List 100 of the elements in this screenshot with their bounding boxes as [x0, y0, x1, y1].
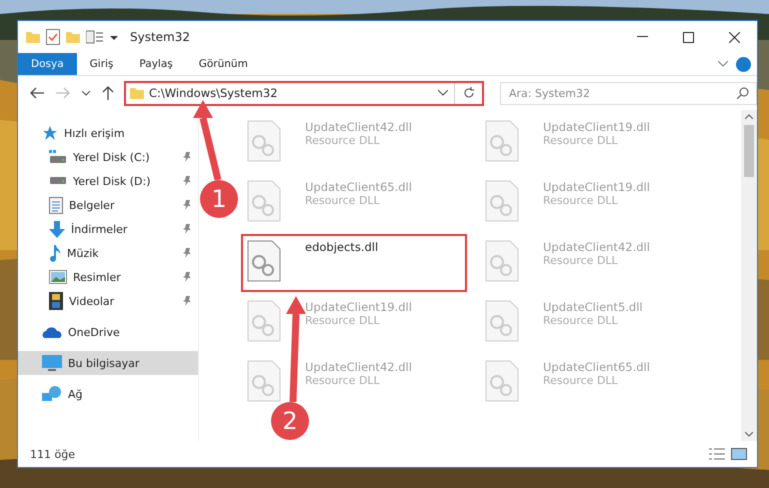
highlighted-file-item[interactable]: edobjects.dll [241, 234, 467, 292]
file-name: UpdateClient19.dll [543, 180, 650, 194]
document-icon [49, 196, 63, 214]
address-bar[interactable]: C:\Windows\System32 [124, 80, 484, 106]
window-title: System32 [130, 30, 190, 44]
sidebar-item[interactable]: Yerel Disk (D:) [18, 169, 198, 193]
maximize-icon [682, 32, 694, 42]
file-type: Resource DLL [305, 314, 381, 327]
file-name: UpdateClient65.dll [543, 360, 650, 374]
scrollbar[interactable] [741, 110, 757, 441]
dll-file-icon [485, 120, 519, 162]
sidebar-item[interactable]: Bu bilgisayar [18, 351, 198, 375]
film-icon [49, 292, 63, 310]
pin-icon [182, 248, 192, 258]
dll-file-icon [485, 180, 519, 222]
file-type: Resource DLL [305, 374, 381, 387]
sidebar-item-label: Hızlı erişim [64, 126, 126, 140]
sidebar-item[interactable]: Ağ [18, 382, 198, 406]
file-type: Resource DLL [305, 134, 381, 147]
sidebar-item-label: Ağ [68, 388, 84, 400]
dll-file-icon [247, 240, 281, 282]
scrollbar-thumb[interactable] [744, 125, 754, 177]
dll-file-icon [247, 120, 281, 162]
dll-file-icon [485, 360, 519, 402]
file-type: Resource DLL [543, 194, 619, 207]
ribbon-tab[interactable]: Paylaş [126, 53, 186, 75]
refresh-icon [462, 87, 474, 99]
properties-icon [86, 30, 104, 44]
pin-icon [182, 272, 192, 282]
address-path: C:\Windows\System32 [149, 86, 279, 100]
ribbon-tab[interactable]: Görünüm [186, 53, 261, 75]
dll-file-icon [247, 300, 281, 342]
folder-icon [26, 31, 40, 43]
file-name: UpdateClient19.dll [543, 120, 650, 134]
dll-file-icon [247, 360, 281, 402]
file-type: Resource DLL [543, 254, 619, 267]
search-icon [737, 87, 749, 99]
file-name: UpdateClient42.dll [305, 360, 412, 374]
forward-arrow-icon [56, 87, 70, 99]
chevron-down-icon [745, 432, 753, 437]
file-type: Resource DLL [543, 314, 619, 327]
sidebar-item-label: OneDrive [68, 326, 121, 338]
cloud-icon [42, 326, 62, 338]
chevron-down-icon [438, 90, 448, 96]
file-name: UpdateClient42.dll [305, 120, 412, 134]
sidebar-item[interactable]: OneDrive [18, 320, 198, 344]
sidebar-item-label: Resimler [73, 270, 122, 284]
file-type: Resource DLL [305, 194, 381, 207]
dll-file-icon [485, 300, 519, 342]
item-count: 111 öğe [30, 448, 75, 460]
sidebar-item-label: Belgeler [69, 198, 116, 212]
drive-icon [49, 150, 67, 164]
image-icon [49, 270, 67, 284]
pin-icon [182, 296, 192, 306]
help-icon[interactable] [736, 56, 751, 72]
file-type: Resource DLL [543, 374, 619, 387]
file-name: UpdateClient65.dll [305, 180, 412, 194]
dll-file-icon [485, 240, 519, 282]
up-arrow-icon [102, 86, 114, 100]
monitor-icon [42, 354, 62, 372]
network-globe-icon [42, 385, 62, 403]
chevron-up-icon [745, 114, 753, 119]
download-arrow-icon [49, 220, 65, 238]
sidebar-item[interactable]: Belgeler [18, 193, 198, 217]
search-field[interactable]: Ara: System32 [500, 82, 757, 104]
sidebar-item[interactable]: Yerel Disk (C:) [18, 145, 198, 169]
chevron-down-icon [82, 90, 90, 96]
sidebar-item[interactable]: Hızlı erişim [18, 121, 198, 145]
dll-file-icon [247, 180, 281, 222]
sidebar-item-label: Yerel Disk (C:) [73, 150, 151, 164]
folder-icon [130, 87, 144, 99]
file-type: Resource DLL [543, 134, 619, 147]
chevron-down-icon [718, 61, 728, 67]
music-note-icon [49, 244, 61, 262]
pin-icon [182, 152, 192, 162]
file-name: UpdateClient5.dll [543, 300, 643, 314]
file-name: UpdateClient19.dll [305, 300, 412, 314]
sidebar-item-label: Videolar [69, 294, 116, 308]
sidebar-item-label: Bu bilgisayar [68, 356, 140, 370]
drive-icon [49, 177, 67, 185]
large-icons-view-icon [731, 448, 747, 460]
checklist-icon [46, 29, 60, 45]
pin-icon [182, 200, 192, 210]
ribbon-tab[interactable]: Giriş [76, 53, 126, 75]
sidebar-item-label: Müzik [67, 246, 100, 260]
back-arrow-icon [30, 87, 44, 99]
sidebar-item[interactable]: Videolar [18, 289, 198, 313]
minimize-icon [636, 36, 648, 38]
sidebar-item[interactable]: Resimler [18, 265, 198, 289]
ribbon-tab[interactable]: Dosya [18, 53, 77, 75]
file-name: edobjects.dll [305, 240, 378, 254]
pin-icon [182, 224, 192, 234]
sidebar-item-label: Yerel Disk (D:) [73, 174, 152, 188]
pin-icon [182, 176, 192, 186]
sidebar-item-label: İndirmeler [71, 222, 128, 236]
folder-icon [66, 31, 80, 43]
sidebar-item[interactable]: Müzik [18, 241, 198, 265]
details-view-icon [709, 448, 725, 460]
sidebar-item[interactable]: İndirmeler [18, 217, 198, 241]
close-icon [728, 32, 740, 42]
